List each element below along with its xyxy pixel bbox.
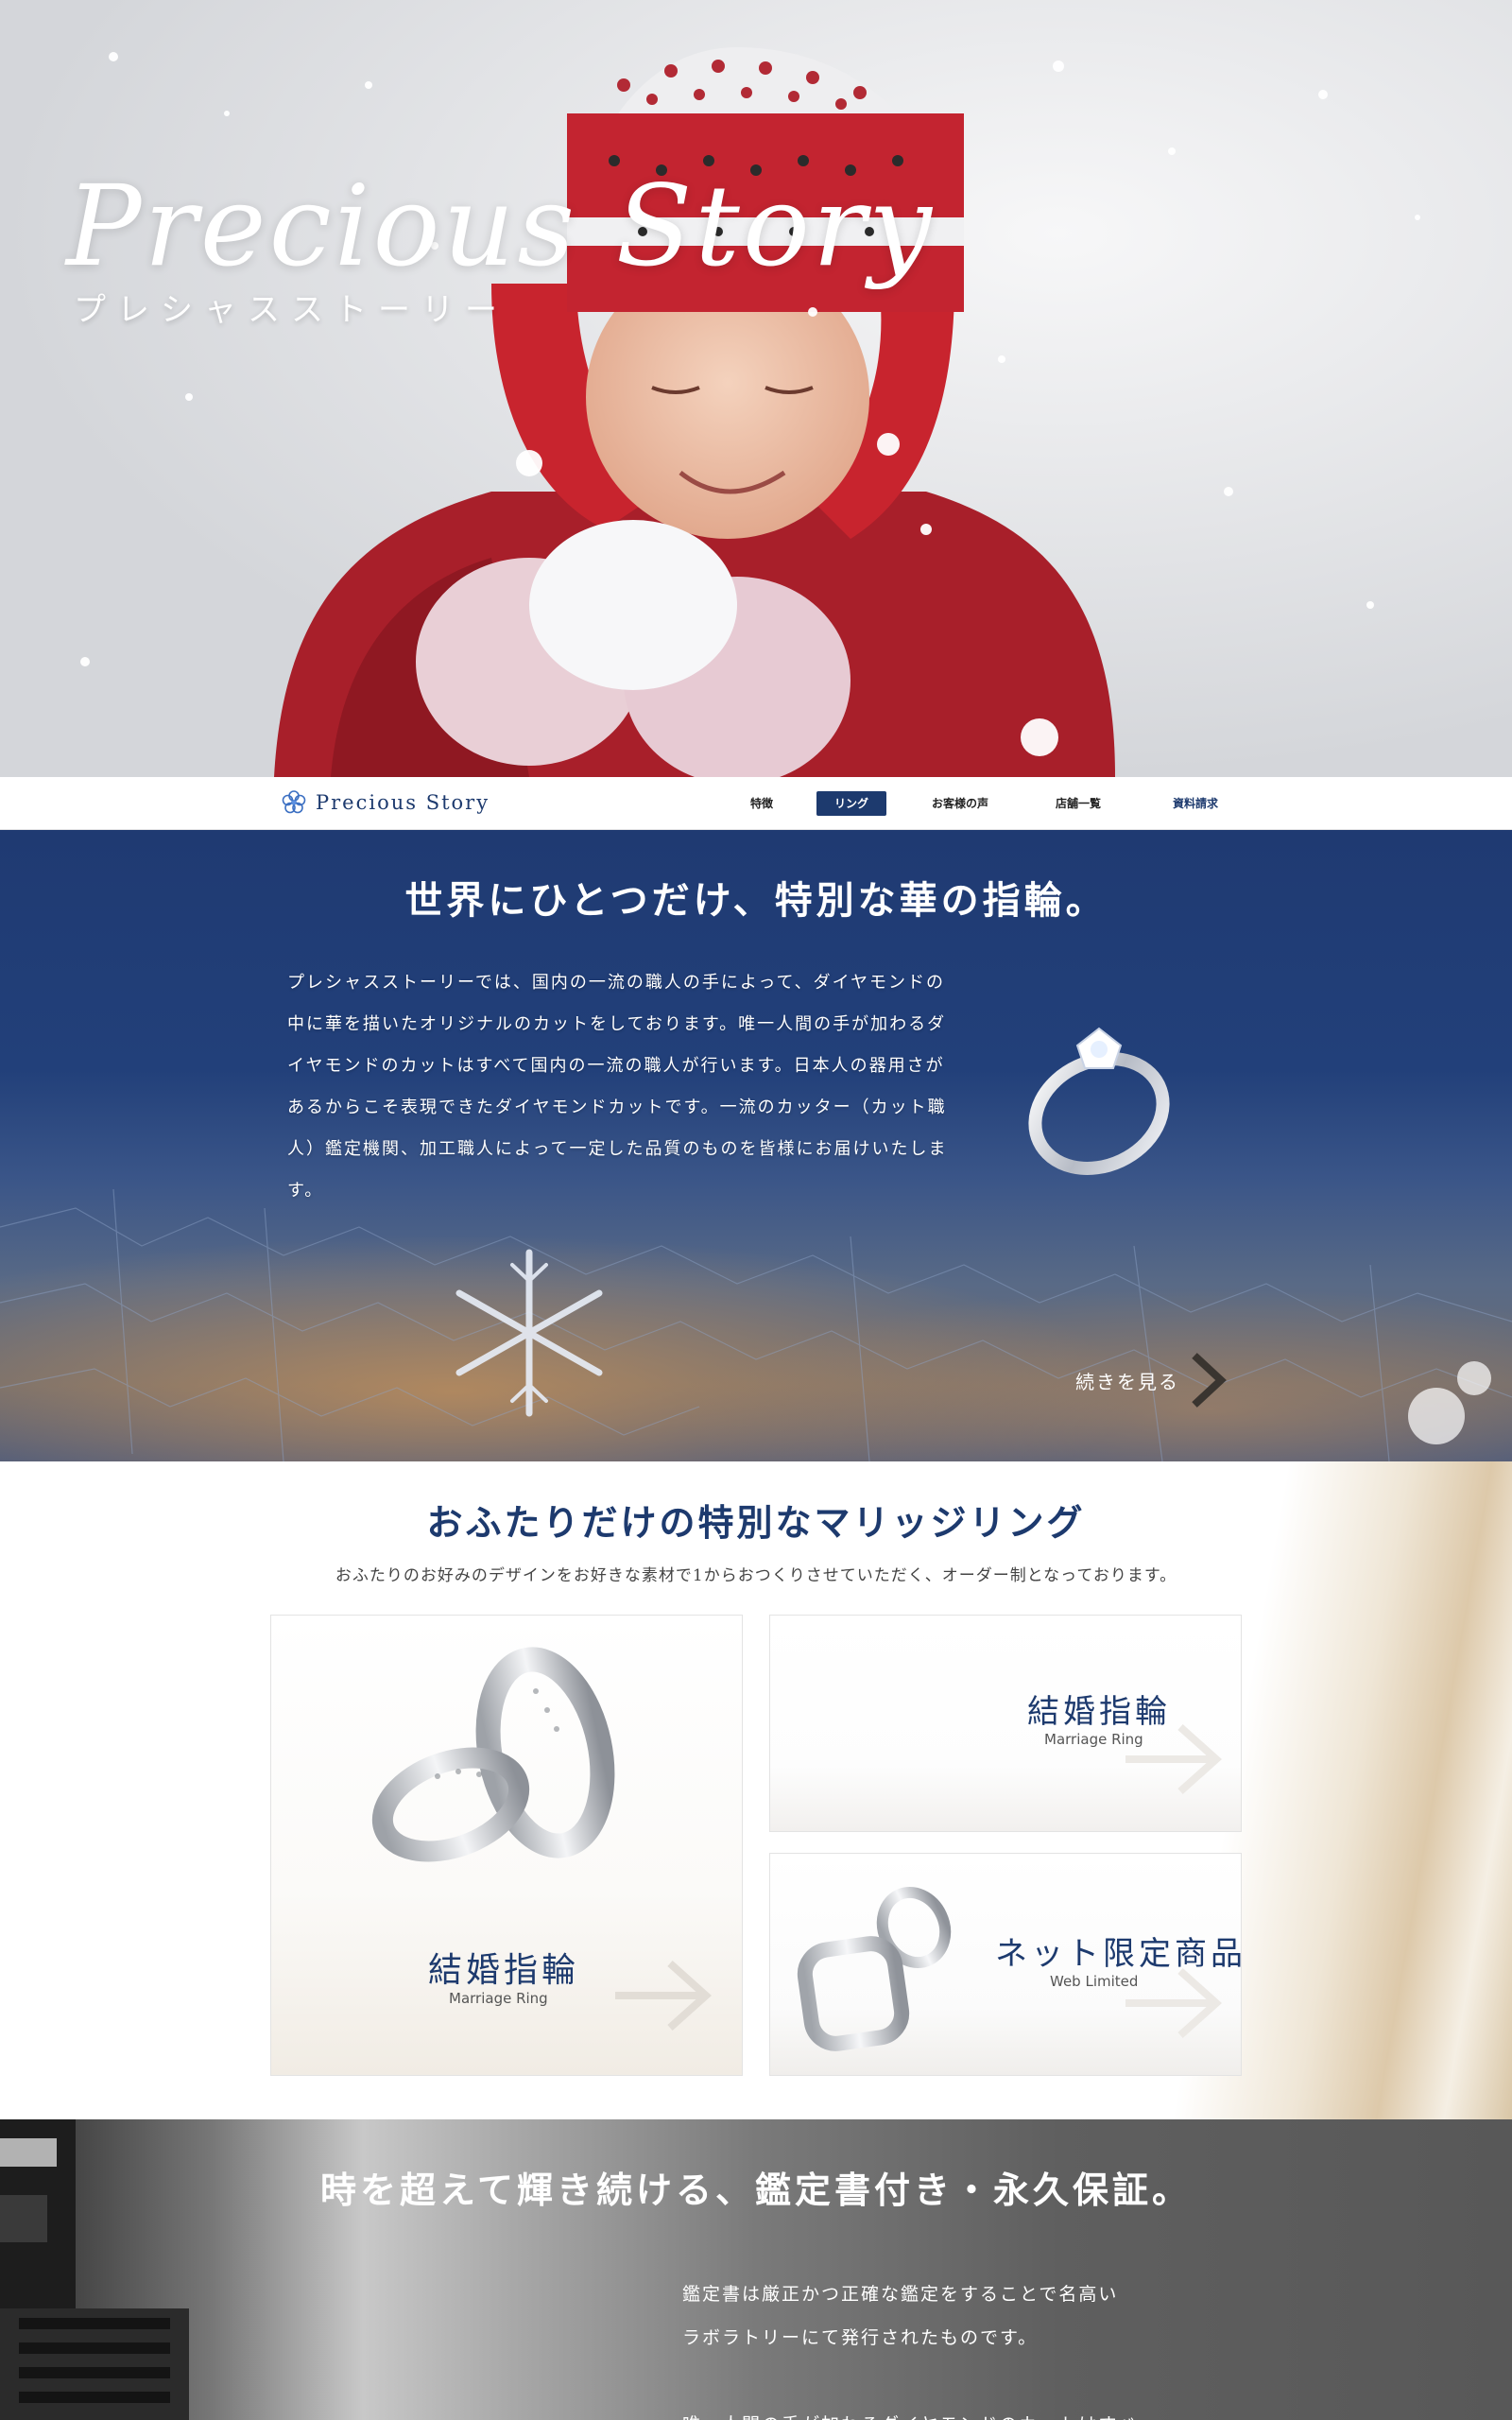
arrow-right-icon xyxy=(1125,1968,1222,2038)
intro-heading: 世界にひとつだけ、特別な華の指輪。 xyxy=(404,878,1108,923)
guarantee-line: 鑑定書は厳正かつ正確な鑑定をすることで名高い xyxy=(682,2284,1119,2305)
site-logo[interactable]: Precious Story xyxy=(280,788,490,817)
read-more-text: 続きを見る xyxy=(1075,1370,1179,1393)
card-web-limited[interactable]: ネット限定商品 Web Limited xyxy=(769,1853,1242,2076)
marriage-subheading: おふたりのお好みのデザインをお好きな素材で1からおつくりさせていただく、オーダー… xyxy=(335,1566,1177,1585)
intro-section: 世界にひとつだけ、特別な華の指輪。 プレシャスストーリーでは、国内の一流の職人の… xyxy=(0,830,1512,1461)
guarantee-body: 鑑定書は厳正かつ正確な鑑定をすることで名高い ラボラトリーにて発行されたものです… xyxy=(682,2273,1211,2420)
nav-item-ring[interactable]: リング xyxy=(816,791,886,816)
arrow-right-icon xyxy=(1192,1353,1227,1408)
hero-title: Precious Story xyxy=(66,161,935,291)
guarantee-section: 時を超えて輝き続ける、鑑定書付き・永久保証。 鑑定書は厳正かつ正確な鑑定をするこ… xyxy=(0,2119,1512,2420)
guarantee-line: 唯一人間の手が加わるダイヤモンドのカットはすべ xyxy=(682,2403,1211,2420)
hero-banner: Precious Story プレシャスストーリー xyxy=(0,0,1512,777)
wedding-rings-image xyxy=(371,1647,615,1862)
nav-item-request-materials[interactable]: 資料請求 xyxy=(1155,791,1236,816)
marriage-heading: おふたりだけの特別なマリッジリング xyxy=(426,1501,1086,1544)
arrow-right-icon xyxy=(615,1961,712,2031)
guarantee-heading: 時を超えて輝き続ける、鑑定書付き・永久保証。 xyxy=(319,2169,1193,2211)
arrow-right-icon xyxy=(1125,1724,1222,1794)
marriage-ring-section: おふたりだけの特別なマリッジリング おふたりのお好みのデザインをお好きな素材で1… xyxy=(0,1461,1512,2119)
read-more-link[interactable]: 続きを見る xyxy=(1075,1352,1227,1409)
card-subtitle: Marriage Ring xyxy=(449,1990,548,2007)
diamond-ring-image xyxy=(1028,1027,1170,1175)
hero-subtitle: プレシャスストーリー xyxy=(74,291,508,329)
hero-photo-child-in-snow xyxy=(0,0,1512,777)
web-limited-rings-image xyxy=(797,1887,952,2051)
card-marriage-ring[interactable]: 結婚指輪 Marriage Ring xyxy=(769,1615,1242,1832)
logo-text: Precious Story xyxy=(316,791,490,814)
intro-body-text: プレシャスストーリーでは、国内の一流の職人の手によって、ダイヤモンドの中に華を描… xyxy=(287,973,948,1201)
nav-item-customer-voices[interactable]: お客様の声 xyxy=(915,791,1005,816)
guarantee-line: ラボラトリーにて発行されたものです。 xyxy=(682,2327,1039,2348)
nav-item-store-list[interactable]: 店舗一覧 xyxy=(1038,791,1119,816)
card-title: 結婚指輪 xyxy=(428,1951,580,1990)
flower-logo-icon xyxy=(282,790,306,814)
main-navigation: Precious Story 特徴 リング お客様の声 店舗一覧 資料請求 xyxy=(0,777,1512,830)
nav-item-features[interactable]: 特徴 xyxy=(733,791,790,816)
card-marriage-ring-large[interactable]: 結婚指輪 Marriage Ring xyxy=(270,1615,743,2076)
